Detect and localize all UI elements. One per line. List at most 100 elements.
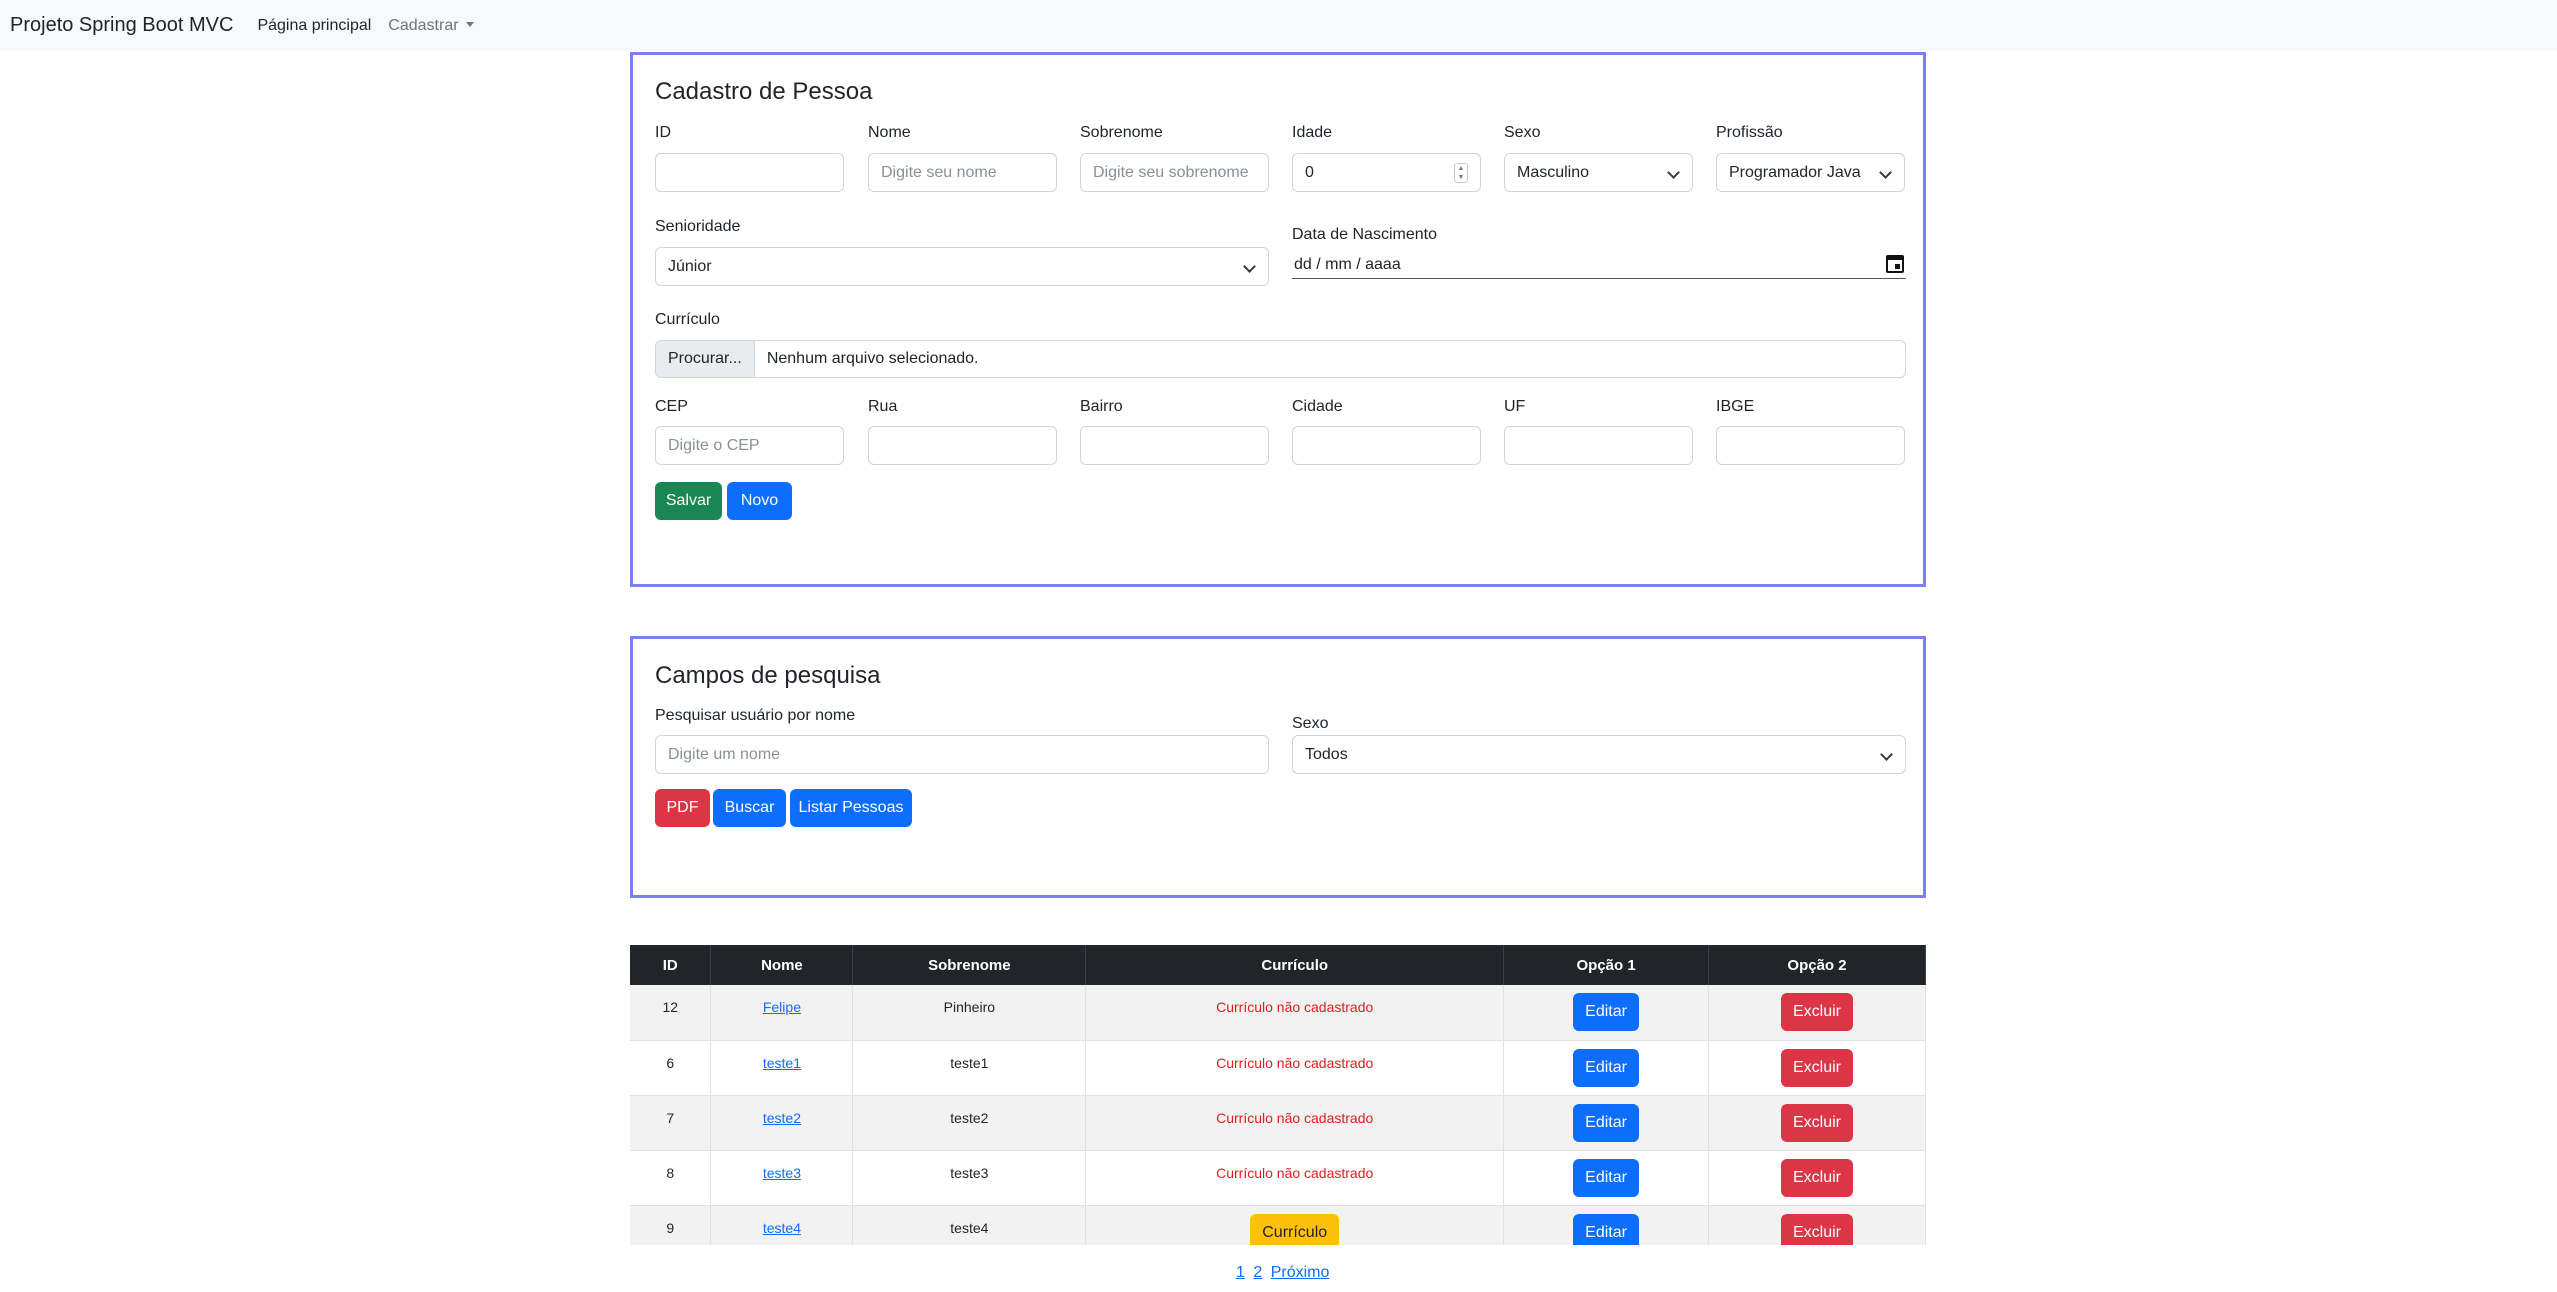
- nome-placeholder: Digite seu nome: [881, 163, 997, 181]
- page-link-1[interactable]: 1: [1236, 1264, 1245, 1281]
- rua-label: Rua: [868, 398, 898, 415]
- page-link-2[interactable]: 2: [1253, 1264, 1262, 1281]
- table-row: 7 teste2 teste2 Currículo não cadastrado…: [630, 1095, 1926, 1151]
- nome-link[interactable]: teste3: [763, 1165, 801, 1181]
- sexo-select[interactable]: Masculino: [1504, 153, 1693, 192]
- chevron-down-icon: [1879, 166, 1892, 179]
- cell-id: 6: [630, 1040, 712, 1096]
- cell-opcao1: Editar: [1503, 1205, 1710, 1245]
- chevron-down-icon: [1880, 748, 1893, 761]
- listar-pessoas-button[interactable]: Listar Pessoas: [790, 789, 912, 827]
- curriculo-status: Currículo não cadastrado: [1216, 1164, 1374, 1181]
- pesquisa-nome-input[interactable]: Digite um nome: [655, 735, 1269, 774]
- cell-nome: teste1: [710, 1040, 854, 1096]
- rua-input[interactable]: [868, 426, 1057, 465]
- idade-input[interactable]: 0 ▲ ▼: [1292, 153, 1481, 192]
- nav-link-home[interactable]: Página principal: [257, 17, 371, 35]
- nome-link[interactable]: teste4: [763, 1220, 801, 1236]
- next-page-link[interactable]: Próximo: [1271, 1264, 1330, 1281]
- curriculo-status: Currículo não cadastrado: [1216, 1054, 1374, 1071]
- pdf-button[interactable]: PDF: [655, 789, 710, 827]
- excluir-button[interactable]: Excluir: [1781, 1103, 1854, 1142]
- editar-button[interactable]: Editar: [1573, 1103, 1639, 1142]
- cell-opcao2: Excluir: [1708, 1095, 1926, 1151]
- editar-button[interactable]: Editar: [1573, 1158, 1639, 1197]
- cep-label: CEP: [655, 398, 688, 415]
- nome-input[interactable]: Digite seu nome: [868, 153, 1057, 192]
- header-curriculo: Currículo: [1085, 945, 1505, 985]
- editar-button[interactable]: Editar: [1573, 1213, 1639, 1245]
- profissao-label: Profissão: [1716, 124, 1783, 141]
- novo-button[interactable]: Novo: [727, 482, 792, 520]
- pesquisa-sexo-value: Todos: [1305, 745, 1348, 763]
- cell-opcao1: Editar: [1503, 1040, 1710, 1096]
- pesquisa-sexo-label: Sexo: [1292, 715, 1329, 732]
- excluir-button[interactable]: Excluir: [1781, 1158, 1854, 1197]
- header-sobrenome: Sobrenome: [852, 945, 1087, 985]
- excluir-button[interactable]: Excluir: [1781, 1213, 1854, 1245]
- navbar: Projeto Spring Boot MVC Página principal…: [0, 0, 2557, 51]
- curriculo-download-button[interactable]: Currículo: [1250, 1213, 1340, 1245]
- file-status-text: Nenhum arquivo selecionado.: [766, 350, 979, 367]
- cell-opcao2: Excluir: [1708, 1150, 1926, 1206]
- uf-label: UF: [1504, 398, 1526, 415]
- cell-sobrenome: teste1: [852, 1040, 1087, 1096]
- cell-opcao1: Editar: [1503, 985, 1710, 1041]
- cidade-label: Cidade: [1292, 398, 1343, 415]
- cell-curriculo: Currículo não cadastrado: [1085, 985, 1505, 1041]
- bairro-label: Bairro: [1080, 398, 1123, 415]
- cell-nome: Felipe: [710, 985, 854, 1041]
- file-browse-button[interactable]: Procurar...: [656, 341, 755, 377]
- cell-curriculo: Currículo não cadastrado: [1085, 1095, 1505, 1151]
- cell-id: 8: [630, 1150, 712, 1206]
- cell-sobrenome: teste2: [852, 1095, 1087, 1151]
- ibge-input[interactable]: [1716, 426, 1905, 465]
- curriculo-status: Currículo não cadastrado: [1216, 1109, 1374, 1126]
- table-row: 12 Felipe Pinheiro Currículo não cadastr…: [630, 985, 1926, 1041]
- profissao-select[interactable]: Programador Java: [1716, 153, 1905, 192]
- cell-curriculo: Currículo não cadastrado: [1085, 1040, 1505, 1096]
- calendar-icon[interactable]: [1886, 255, 1904, 273]
- senioridade-select[interactable]: Júnior: [655, 247, 1269, 286]
- nascimento-label: Data de Nascimento: [1292, 226, 1437, 243]
- sexo-select-value: Masculino: [1517, 163, 1590, 181]
- table-row: 9 teste4 teste4 Currículo Editar Excluir: [630, 1205, 1926, 1245]
- senioridade-select-value: Júnior: [668, 257, 712, 275]
- cidade-input[interactable]: [1292, 426, 1481, 465]
- cell-opcao1: Editar: [1503, 1095, 1710, 1151]
- navbar-brand[interactable]: Projeto Spring Boot MVC: [10, 14, 233, 37]
- uf-input[interactable]: [1504, 426, 1693, 465]
- buscar-button[interactable]: Buscar: [713, 789, 786, 827]
- curriculo-file-input[interactable]: Procurar... Nenhum arquivo selecionado.: [655, 340, 1906, 378]
- spinner-icon[interactable]: ▲ ▼: [1454, 163, 1468, 183]
- salvar-button[interactable]: Salvar: [655, 482, 722, 520]
- editar-button[interactable]: Editar: [1573, 1048, 1639, 1087]
- cell-opcao2: Excluir: [1708, 985, 1926, 1041]
- nav-dropdown-register[interactable]: Cadastrar: [388, 17, 474, 35]
- sobrenome-placeholder: Digite seu sobrenome: [1093, 163, 1249, 181]
- cadastro-panel: Cadastro de Pessoa ID Nome Sobrenome Ida…: [630, 52, 1926, 587]
- id-input[interactable]: [655, 153, 844, 192]
- cell-sobrenome: teste3: [852, 1150, 1087, 1206]
- nome-link[interactable]: teste2: [763, 1110, 801, 1126]
- nascimento-value: dd / mm / aaaa: [1294, 255, 1401, 273]
- pesquisa-sexo-select[interactable]: Todos: [1292, 735, 1906, 774]
- pagination: 1 2 Próximo: [1236, 1264, 1333, 1282]
- excluir-button[interactable]: Excluir: [1781, 993, 1854, 1031]
- curriculo-status: Currículo não cadastrado: [1216, 999, 1374, 1015]
- sobrenome-input[interactable]: Digite seu sobrenome: [1080, 153, 1269, 192]
- header-nome: Nome: [710, 945, 854, 985]
- cep-input[interactable]: Digite o CEP: [655, 426, 844, 465]
- excluir-button[interactable]: Excluir: [1781, 1048, 1854, 1087]
- nome-link[interactable]: Felipe: [763, 999, 801, 1015]
- cadastro-title: Cadastro de Pessoa: [655, 78, 873, 105]
- header-opcao1: Opção 1: [1503, 945, 1710, 985]
- bairro-input[interactable]: [1080, 426, 1269, 465]
- table-row: 8 teste3 teste3 Currículo não cadastrado…: [630, 1150, 1926, 1206]
- nascimento-date-input[interactable]: dd / mm / aaaa: [1292, 251, 1906, 279]
- nome-link[interactable]: teste1: [763, 1055, 801, 1071]
- cell-nome: teste4: [710, 1205, 854, 1245]
- sexo-label: Sexo: [1504, 124, 1541, 141]
- nome-label: Nome: [868, 124, 911, 141]
- editar-button[interactable]: Editar: [1573, 993, 1639, 1031]
